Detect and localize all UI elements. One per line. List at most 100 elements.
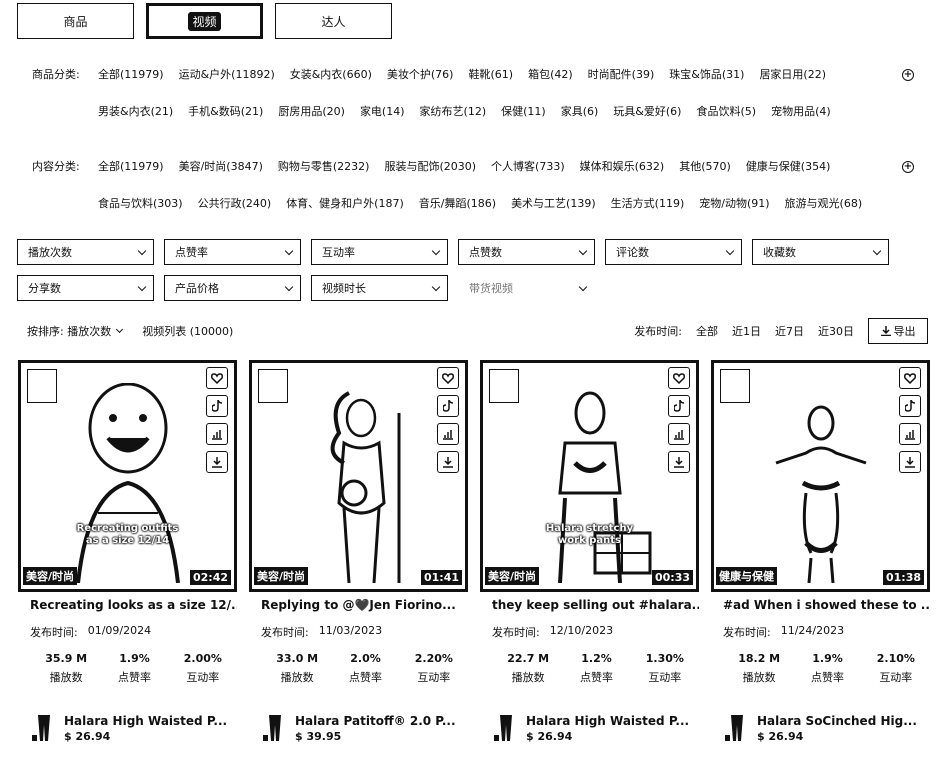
chevron-down-icon (137, 246, 147, 255)
category-option[interactable]: 美容/时尚(3847) (179, 158, 263, 174)
range-30d[interactable]: 近30日 (818, 323, 854, 339)
category-option[interactable]: 食品与饮料(303) (98, 195, 183, 211)
likes-dropdown[interactable]: 点赞数 (458, 239, 595, 265)
category-option[interactable]: 家电(14) (360, 103, 405, 119)
views-dropdown[interactable]: 播放次数 (17, 239, 154, 265)
linked-product[interactable]: Halara High Waisted P... $ 26.94 (480, 713, 699, 743)
download-icon[interactable] (668, 451, 690, 473)
favorites-dropdown[interactable]: 收藏数 (752, 239, 889, 265)
video-thumbnail[interactable]: Recreating outfits as a size 12/14 美容/时尚… (18, 360, 237, 592)
category-option[interactable]: 保健(11) (501, 103, 546, 119)
video-card[interactable]: Halara stretchy work pants 美容/时尚 00:33 t… (480, 360, 699, 743)
creator-avatar[interactable] (489, 369, 519, 403)
linked-product[interactable]: Halara High Waisted P... $ 26.94 (18, 713, 237, 743)
category-option[interactable]: 生活方式(119) (611, 195, 685, 211)
stat-value: 2.20% (414, 652, 453, 665)
category-option[interactable]: 居家日用(22) (759, 66, 826, 82)
linked-product[interactable]: Halara Patitoff® 2.0 P... $ 39.95 (249, 713, 468, 743)
download-icon[interactable] (437, 451, 459, 473)
like-rate-dropdown[interactable]: 点赞率 (164, 239, 301, 265)
stat-value: 22.7 M (507, 652, 550, 665)
category-option[interactable]: 手机&数码(21) (188, 103, 263, 119)
linked-product[interactable]: Halara SoCinched Hig... $ 26.94 (711, 713, 930, 743)
creator-avatar[interactable] (27, 369, 57, 403)
category-option[interactable]: 厨房用品(20) (278, 103, 345, 119)
range-all[interactable]: 全部 (696, 323, 718, 339)
tiktok-icon[interactable] (437, 395, 459, 417)
creator-avatar[interactable] (720, 369, 750, 403)
category-option[interactable]: 时尚配件(39) (588, 66, 655, 82)
shares-dropdown[interactable]: 分享数 (17, 275, 154, 301)
category-option[interactable]: 全部(11979) (98, 158, 164, 174)
category-option[interactable]: 旅游与观光(68) (785, 195, 863, 211)
download-icon[interactable] (899, 451, 921, 473)
heart-icon[interactable] (899, 367, 921, 389)
sort-dropdown[interactable]: 按排序: 播放次数 (27, 323, 124, 339)
video-title[interactable]: Replying to @🖤Jen Fiorino... (249, 598, 468, 612)
category-option[interactable]: 个人博客(733) (491, 158, 565, 174)
category-option[interactable]: 女装&内衣(660) (290, 66, 372, 82)
category-option[interactable]: 箱包(42) (528, 66, 573, 82)
category-option[interactable]: 鞋靴(61) (468, 66, 513, 82)
video-card[interactable]: Recreating outfits as a size 12/14 美容/时尚… (18, 360, 237, 743)
export-button[interactable]: 导出 (868, 318, 928, 344)
chart-icon[interactable] (668, 423, 690, 445)
category-option[interactable]: 家纺布艺(12) (420, 103, 487, 119)
tab-videos[interactable]: 视频 (146, 3, 263, 39)
category-option[interactable]: 玩具&爱好(6) (613, 103, 681, 119)
video-thumbnail[interactable]: 健康与保健 01:38 (711, 360, 930, 592)
category-option[interactable]: 男装&内衣(21) (98, 103, 173, 119)
content-category-row-2: 食品与饮料(303) 公共行政(240) 体育、健身和户外(187) 音乐/舞蹈… (32, 193, 924, 213)
card-actions (206, 367, 228, 473)
video-title[interactable]: #ad When i showed these to ... (711, 598, 930, 612)
category-option[interactable]: 媒体和娱乐(632) (580, 158, 665, 174)
category-option[interactable]: 音乐/舞蹈(186) (419, 195, 496, 211)
tab-creators[interactable]: 达人 (275, 3, 392, 39)
tiktok-icon[interactable] (899, 395, 921, 417)
chart-icon[interactable] (437, 423, 459, 445)
comments-dropdown[interactable]: 评论数 (605, 239, 742, 265)
category-option[interactable]: 体育、健身和户外(187) (286, 195, 404, 211)
expand-plus-icon[interactable]: + (902, 69, 914, 81)
category-option[interactable]: 公共行政(240) (198, 195, 272, 211)
video-thumbnail[interactable]: Halara stretchy work pants 美容/时尚 00:33 (480, 360, 699, 592)
product-price-dropdown[interactable]: 产品价格 (164, 275, 301, 301)
category-option[interactable]: 购物与零售(2232) (278, 158, 370, 174)
category-option[interactable]: 美妆个护(76) (387, 66, 454, 82)
category-option[interactable]: 健康与保健(354) (746, 158, 831, 174)
range-7d[interactable]: 近7日 (775, 323, 804, 339)
category-option[interactable]: 其他(570) (679, 158, 731, 174)
video-duration-dropdown[interactable]: 视频时长 (311, 275, 448, 301)
category-option[interactable]: 运动&户外(11892) (179, 66, 275, 82)
filter-label: 商品分类: (32, 68, 80, 81)
category-option[interactable]: 家具(6) (561, 103, 599, 119)
content-category-filter: 内容分类: 全部(11979) 美容/时尚(3847) 购物与零售(2232) … (32, 156, 924, 213)
tiktok-icon[interactable] (206, 395, 228, 417)
tiktok-icon[interactable] (668, 395, 690, 417)
heart-icon[interactable] (668, 367, 690, 389)
download-icon[interactable] (206, 451, 228, 473)
category-option[interactable]: 服装与配饰(2030) (384, 158, 476, 174)
category-option[interactable]: 宠物/动物(91) (699, 195, 769, 211)
category-option[interactable]: 宠物用品(4) (771, 103, 831, 119)
product-video-dropdown[interactable]: 带货视频 (458, 275, 595, 301)
video-thumbnail[interactable]: 美容/时尚 01:41 (249, 360, 468, 592)
chart-icon[interactable] (206, 423, 228, 445)
category-option[interactable]: 食品饮料(5) (696, 103, 756, 119)
engagement-rate-dropdown[interactable]: 互动率 (311, 239, 448, 265)
creator-avatar[interactable] (258, 369, 288, 403)
tab-products[interactable]: 商品 (17, 3, 134, 39)
stat-item: 1.2% 点赞率 (562, 652, 630, 685)
category-option[interactable]: 美术与工艺(139) (511, 195, 596, 211)
category-option[interactable]: 珠宝&饰品(31) (669, 66, 744, 82)
video-card[interactable]: 美容/时尚 01:41 Replying to @🖤Jen Fiorino...… (249, 360, 468, 743)
heart-icon[interactable] (437, 367, 459, 389)
chart-icon[interactable] (899, 423, 921, 445)
range-1d[interactable]: 近1日 (732, 323, 761, 339)
video-title[interactable]: Recreating looks as a size 12/... (18, 598, 237, 612)
heart-icon[interactable] (206, 367, 228, 389)
category-option[interactable]: 全部(11979) (98, 66, 164, 82)
video-card[interactable]: 健康与保健 01:38 #ad When i showed these to .… (711, 360, 930, 743)
video-title[interactable]: they keep selling out #halara... (480, 598, 699, 612)
expand-plus-icon[interactable]: + (902, 161, 914, 173)
